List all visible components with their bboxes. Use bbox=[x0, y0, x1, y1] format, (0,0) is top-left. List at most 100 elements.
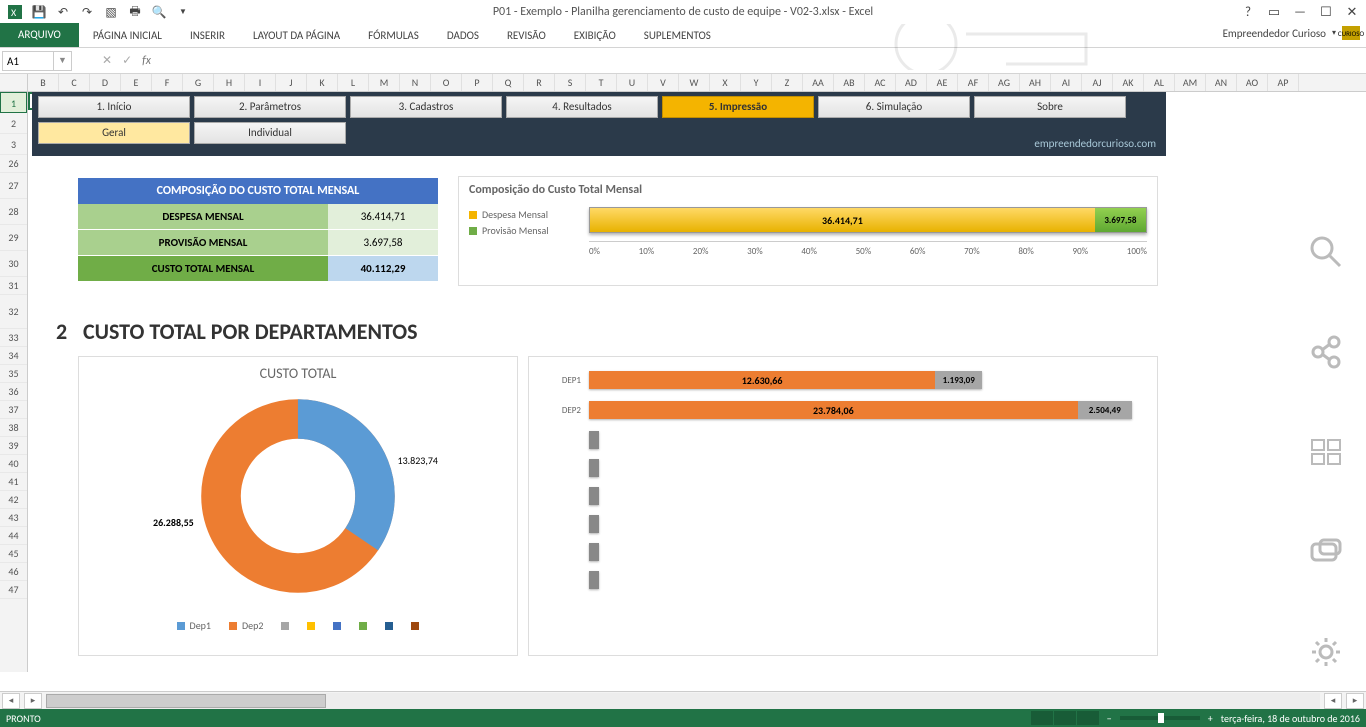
row-header[interactable]: 29 bbox=[0, 225, 27, 251]
column-header[interactable]: I bbox=[245, 74, 276, 91]
row-header[interactable]: 35 bbox=[0, 365, 27, 383]
column-header[interactable]: Q bbox=[493, 74, 524, 91]
column-header[interactable]: P bbox=[462, 74, 493, 91]
column-header[interactable]: AM bbox=[1175, 74, 1206, 91]
column-header[interactable]: N bbox=[400, 74, 431, 91]
column-header[interactable]: AJ bbox=[1082, 74, 1113, 91]
column-header[interactable]: Z bbox=[772, 74, 803, 91]
name-box[interactable]: A1 bbox=[2, 51, 54, 71]
row-header[interactable]: 3 bbox=[0, 134, 27, 155]
name-box-dropdown[interactable]: ▼ bbox=[54, 51, 72, 71]
minimize-button[interactable]: — bbox=[1290, 3, 1310, 21]
row-header[interactable]: 34 bbox=[0, 347, 27, 365]
column-header[interactable]: AH bbox=[1020, 74, 1051, 91]
cancel-formula-icon[interactable]: ✕ bbox=[102, 53, 112, 68]
hscroll-right[interactable]: ▸ bbox=[1346, 693, 1364, 709]
column-header[interactable]: AL bbox=[1144, 74, 1175, 91]
row-header[interactable]: 38 bbox=[0, 419, 27, 437]
tab-page-layout[interactable]: LAYOUT DA PÁGINA bbox=[239, 25, 354, 47]
row-header[interactable]: 36 bbox=[0, 383, 27, 401]
column-header[interactable]: AK bbox=[1113, 74, 1144, 91]
column-header[interactable]: AO bbox=[1237, 74, 1268, 91]
nav-cadastros[interactable]: 3. Cadastros bbox=[350, 96, 502, 118]
row-header[interactable]: 41 bbox=[0, 473, 27, 491]
formula-input[interactable] bbox=[157, 51, 1366, 71]
row-header[interactable]: 1 bbox=[0, 92, 27, 113]
tab-view[interactable]: EXIBIÇÃO bbox=[560, 25, 630, 47]
row-header[interactable]: 32 bbox=[0, 295, 27, 329]
preview-icon[interactable]: 🔍 bbox=[148, 2, 170, 22]
hscroll-track[interactable] bbox=[46, 693, 1320, 709]
screen-icon[interactable] bbox=[1306, 532, 1346, 572]
accept-formula-icon[interactable]: ✓ bbox=[122, 53, 132, 68]
column-header[interactable]: AC bbox=[865, 74, 896, 91]
nav-parametros[interactable]: 2. Parâmetros bbox=[194, 96, 346, 118]
column-header[interactable]: L bbox=[338, 74, 369, 91]
column-header[interactable]: AN bbox=[1206, 74, 1237, 91]
column-header[interactable]: AD bbox=[896, 74, 927, 91]
horizontal-scrollbar[interactable]: ◂ ▸ ◂ ▸ bbox=[0, 691, 1366, 709]
sheet-nav-first[interactable]: ◂ bbox=[2, 693, 20, 709]
column-header[interactable]: M bbox=[369, 74, 400, 91]
fx-icon[interactable]: fx bbox=[142, 54, 151, 68]
row-header[interactable]: 47 bbox=[0, 581, 27, 599]
column-header[interactable]: W bbox=[679, 74, 710, 91]
close-button[interactable]: ✕ bbox=[1342, 3, 1362, 21]
column-header[interactable]: AP bbox=[1268, 74, 1299, 91]
column-header[interactable]: O bbox=[431, 74, 462, 91]
column-header[interactable]: AI bbox=[1051, 74, 1082, 91]
row-header[interactable]: 33 bbox=[0, 329, 27, 347]
column-header[interactable]: AG bbox=[989, 74, 1020, 91]
windows-icon[interactable] bbox=[1306, 432, 1346, 472]
row-header[interactable]: 45 bbox=[0, 545, 27, 563]
view-page-layout-icon[interactable] bbox=[1054, 711, 1076, 725]
column-header[interactable]: R bbox=[524, 74, 555, 91]
redo-icon[interactable]: ↷ bbox=[76, 2, 98, 22]
row-header[interactable]: 31 bbox=[0, 277, 27, 295]
worksheet-grid[interactable]: 1232627282930313233343536373839404142434… bbox=[0, 92, 1366, 672]
view-mode-buttons[interactable] bbox=[1031, 711, 1099, 725]
tab-data[interactable]: DADOS bbox=[433, 25, 493, 47]
row-header[interactable]: 2 bbox=[0, 113, 27, 134]
view-normal-icon[interactable] bbox=[1031, 711, 1053, 725]
hscroll-left[interactable]: ◂ bbox=[1324, 693, 1342, 709]
subnav-individual[interactable]: Individual bbox=[194, 122, 346, 144]
nav-inicio[interactable]: 1. Início bbox=[38, 96, 190, 118]
excel-icon[interactable]: X bbox=[4, 2, 26, 22]
sheet-canvas[interactable]: 1. Início 2. Parâmetros 3. Cadastros 4. … bbox=[28, 92, 1366, 672]
nav-resultados[interactable]: 4. Resultados bbox=[506, 96, 658, 118]
row-header[interactable]: 28 bbox=[0, 199, 27, 225]
tab-insert[interactable]: INSERIR bbox=[176, 25, 239, 47]
row-header[interactable]: 43 bbox=[0, 509, 27, 527]
column-header[interactable]: AF bbox=[958, 74, 989, 91]
row-header[interactable]: 46 bbox=[0, 563, 27, 581]
print-icon[interactable]: 🖶 bbox=[124, 2, 146, 22]
column-header[interactable]: H bbox=[214, 74, 245, 91]
share-icon[interactable] bbox=[1306, 332, 1346, 372]
column-header[interactable]: Y bbox=[741, 74, 772, 91]
sheet-nav-prev[interactable]: ▸ bbox=[24, 693, 42, 709]
column-header[interactable]: AB bbox=[834, 74, 865, 91]
row-header[interactable]: 37 bbox=[0, 401, 27, 419]
maximize-button[interactable]: ☐ bbox=[1316, 3, 1336, 21]
select-all-corner[interactable] bbox=[0, 74, 28, 91]
zoom-icon[interactable] bbox=[1306, 232, 1346, 272]
tab-addins[interactable]: SUPLEMENTOS bbox=[630, 25, 725, 47]
user-account[interactable]: Empreendedor Curioso ▾ CURIOSO bbox=[1223, 26, 1360, 40]
row-header[interactable]: 30 bbox=[0, 251, 27, 277]
zoom-slider[interactable] bbox=[1120, 716, 1200, 720]
column-header[interactable]: T bbox=[586, 74, 617, 91]
zoom-handle[interactable] bbox=[1158, 713, 1164, 723]
column-header[interactable]: B bbox=[28, 74, 59, 91]
tab-file[interactable]: ARQUIVO bbox=[0, 23, 79, 47]
column-header[interactable]: E bbox=[121, 74, 152, 91]
row-header[interactable]: 26 bbox=[0, 155, 27, 173]
nav-impressao[interactable]: 5. Impressão bbox=[662, 96, 814, 118]
nav-simulacao[interactable]: 6. Simulação bbox=[818, 96, 970, 118]
column-header[interactable]: AE bbox=[927, 74, 958, 91]
column-header[interactable]: G bbox=[183, 74, 214, 91]
column-header[interactable]: AA bbox=[803, 74, 834, 91]
zoom-in-icon[interactable]: + bbox=[1208, 712, 1213, 725]
nav-sobre[interactable]: Sobre bbox=[974, 96, 1126, 118]
hscroll-thumb[interactable] bbox=[46, 694, 326, 708]
